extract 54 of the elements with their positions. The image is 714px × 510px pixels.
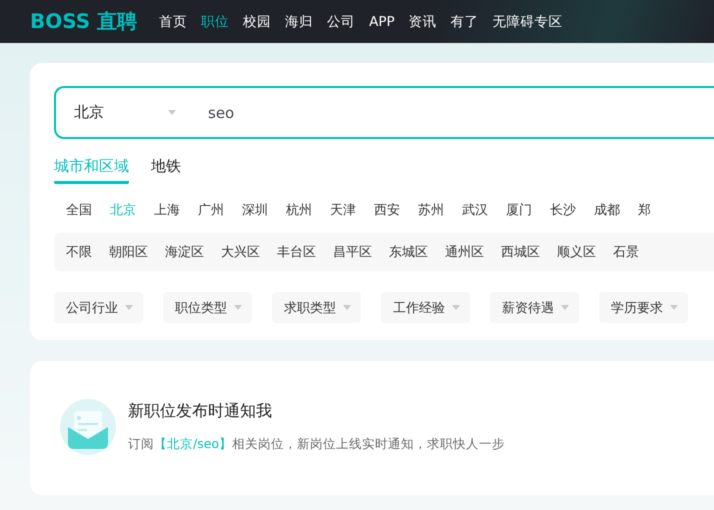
filter-dropdown[interactable]: 职位类型 bbox=[163, 292, 252, 323]
district-option[interactable]: 西城区 bbox=[501, 243, 540, 261]
search-input[interactable]: seo bbox=[206, 102, 714, 122]
caret-icon bbox=[561, 305, 569, 310]
caret-icon bbox=[234, 305, 242, 310]
filter-dropdown[interactable]: 薪资待遇 bbox=[490, 292, 579, 323]
filter-dropdown[interactable]: 学历要求 bbox=[599, 292, 688, 323]
city-select[interactable]: 北京 bbox=[74, 103, 168, 122]
city-option[interactable]: 成都 bbox=[594, 201, 620, 219]
district-option[interactable]: 通州区 bbox=[445, 243, 484, 261]
nav-link[interactable]: 职位 bbox=[201, 12, 230, 30]
city-option[interactable]: 杭州 bbox=[286, 201, 312, 219]
nav-link[interactable]: 校园 bbox=[243, 12, 272, 30]
nav-link[interactable]: 海归 bbox=[285, 12, 314, 30]
caret-icon bbox=[343, 305, 351, 310]
nav-link[interactable]: 首页 bbox=[159, 12, 188, 30]
subscribe-description: 订阅【北京/seo】相关岗位，新岗位上线实时通知，求职快人一步 bbox=[128, 436, 506, 453]
district-option[interactable]: 石景 bbox=[613, 243, 639, 261]
city-option[interactable]: 上海 bbox=[154, 201, 180, 219]
caret-icon bbox=[168, 110, 176, 115]
subscribe-title: 新职位发布时通知我 bbox=[128, 401, 273, 422]
envelope-icon bbox=[60, 399, 116, 455]
nav-link[interactable]: 有了 bbox=[450, 12, 479, 30]
district-option[interactable]: 东城区 bbox=[389, 243, 428, 261]
filter-dropdown[interactable]: 求职类型 bbox=[272, 292, 361, 323]
city-option[interactable]: 全国 bbox=[66, 201, 92, 219]
search-box[interactable]: 北京 seo bbox=[54, 86, 714, 139]
nav-link[interactable]: 资讯 bbox=[408, 12, 437, 30]
caret-icon bbox=[452, 305, 460, 310]
caret-icon bbox=[125, 305, 133, 310]
district-option[interactable]: 大兴区 bbox=[221, 243, 260, 261]
district-option[interactable]: 昌平区 bbox=[333, 243, 372, 261]
city-option[interactable]: 西安 bbox=[374, 201, 400, 219]
nav-link[interactable]: 无障碍专区 bbox=[492, 12, 563, 30]
district-option[interactable]: 顺义区 bbox=[557, 243, 596, 261]
district-option[interactable]: 海淀区 bbox=[165, 243, 204, 261]
city-option[interactable]: 深圳 bbox=[242, 201, 268, 219]
city-option[interactable]: 郑 bbox=[638, 201, 651, 219]
nav-link[interactable]: 公司 bbox=[327, 12, 356, 30]
city-option[interactable]: 苏州 bbox=[418, 201, 444, 219]
filter-dropdown[interactable]: 工作经验 bbox=[381, 292, 470, 323]
city-option[interactable]: 天津 bbox=[330, 201, 356, 219]
city-option[interactable]: 武汉 bbox=[462, 201, 488, 219]
logo[interactable]: BOSS 直聘 bbox=[30, 8, 138, 35]
nav-link[interactable]: APP bbox=[369, 14, 395, 30]
district-option[interactable]: 不限 bbox=[66, 243, 92, 261]
caret-icon bbox=[670, 305, 678, 310]
district-option[interactable]: 朝阳区 bbox=[109, 243, 148, 261]
tab[interactable]: 地铁 bbox=[151, 157, 181, 184]
city-option[interactable]: 长沙 bbox=[550, 201, 576, 219]
district-option[interactable]: 丰台区 bbox=[277, 243, 316, 261]
city-option[interactable]: 广州 bbox=[198, 201, 224, 219]
filter-dropdown[interactable]: 公司行业 bbox=[54, 292, 143, 323]
city-option[interactable]: 厦门 bbox=[506, 201, 532, 219]
